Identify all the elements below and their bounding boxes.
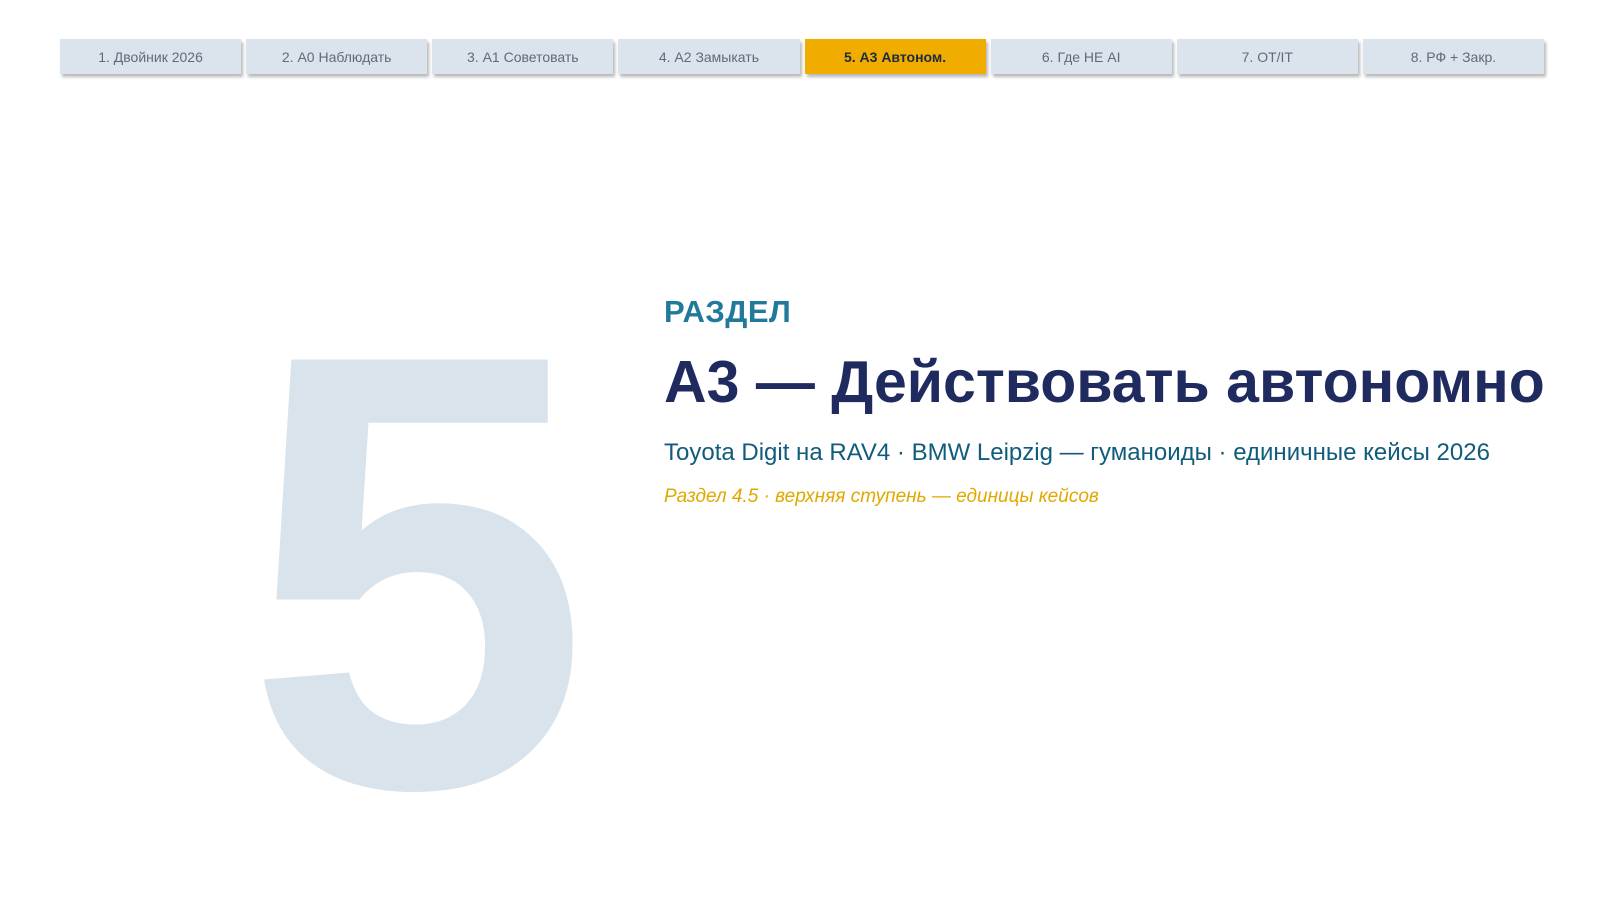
- tab-digital-twin[interactable]: 1. Двойник 2026: [60, 39, 242, 74]
- tab-a2-close-loop[interactable]: 4. А2 Замыкать: [618, 39, 800, 74]
- tab-a3-autonomous[interactable]: 5. А3 Автоном.: [804, 39, 986, 74]
- section-note: Раздел 4.5 · верхняя ступень — единицы к…: [664, 486, 1099, 507]
- section-tab-bar: 1. Двойник 2026 2. А0 Наблюдать 3. А1 Со…: [60, 39, 1544, 74]
- section-title: А3 — Действовать автономно: [664, 349, 1545, 415]
- section-number: 5: [245, 226, 590, 918]
- section-label: РАЗДЕЛ: [664, 294, 792, 329]
- tab-where-not-ai[interactable]: 6. Где НЕ AI: [990, 39, 1172, 74]
- tab-a0-observe[interactable]: 2. А0 Наблюдать: [246, 39, 428, 74]
- tab-a1-advise[interactable]: 3. А1 Советовать: [432, 39, 614, 74]
- tab-rf-closing[interactable]: 8. РФ + Закр.: [1362, 39, 1544, 74]
- section-subtitle: Toyota Digit на RAV4 · BMW Leipzig — гум…: [664, 439, 1490, 466]
- tab-ot-it[interactable]: 7. OT/IT: [1176, 39, 1358, 74]
